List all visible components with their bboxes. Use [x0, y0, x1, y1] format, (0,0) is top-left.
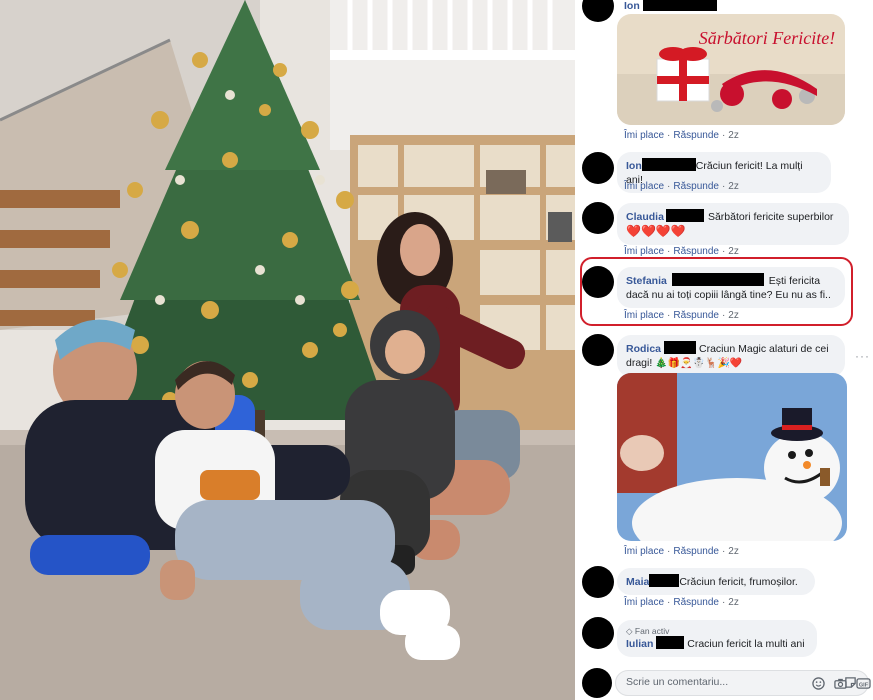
avatar[interactable] [582, 668, 612, 698]
holiday-emojis: 🎄🎁🎅☃️🦌🎉❤️ [655, 358, 743, 369]
family-christmas-photo [0, 0, 575, 700]
comment-bubble: Maia Crăciun fericit, frumoșilor. [617, 568, 815, 595]
comment-author[interactable]: Ion [626, 160, 642, 172]
comment-text: Craciun fericit la multi ani [687, 638, 805, 650]
comment-actions: Îmi place · Răspunde · 2z [624, 597, 739, 608]
comment-bubble: ◇ Fan activ Iulian Craciun fericit la mu… [617, 620, 817, 657]
comment-age: 2z [728, 546, 739, 557]
comment-input-wrapper[interactable]: GIF [615, 670, 871, 696]
comment-age: 2z [728, 130, 739, 141]
avatar[interactable] [582, 566, 614, 598]
avatar[interactable] [582, 266, 614, 298]
like-link[interactable]: Îmi place [624, 597, 664, 608]
fan-badge-label: Fan activ [634, 626, 670, 636]
comment-bubble: Claudia Sărbători fericite superbilor ❤️❤… [617, 203, 849, 245]
avatar[interactable] [582, 334, 614, 366]
comment-age: 2z [728, 181, 739, 192]
avatar[interactable] [582, 202, 614, 234]
avatar[interactable] [582, 0, 614, 22]
redacted-name [656, 636, 685, 649]
comment-text: Sărbători fericite superbilor [707, 211, 834, 223]
comment-author[interactable]: Rodica [626, 343, 661, 355]
like-link[interactable]: Îmi place [624, 546, 664, 557]
sticker-icon[interactable] [844, 676, 857, 689]
comment-author[interactable]: Iulian [626, 638, 653, 650]
comment-age: 2z [728, 246, 739, 257]
redacted-name [671, 273, 764, 286]
comment-actions: Îmi place · Răspunde · 2z [624, 310, 739, 321]
comments-panel: Ion Sărbători Fericite! Îmi place · Răspun… [575, 0, 873, 700]
comment-age: 2z [728, 310, 739, 321]
reply-link[interactable]: Răspunde [673, 310, 719, 321]
svg-text:GIF: GIF [859, 682, 869, 688]
comment-actions: Îmi place · Răspunde · 2z [624, 246, 739, 257]
reply-link[interactable]: Răspunde [673, 597, 719, 608]
reply-link[interactable]: Răspunde [673, 546, 719, 557]
more-options-icon[interactable]: ··· [855, 349, 870, 363]
comment-text-line1: Craciun Magic alaturi de cei [699, 343, 829, 355]
redacted-name [642, 0, 717, 11]
comment-bubble: Stefania Ești fericita dacă nu ai toți c… [617, 267, 845, 308]
gif-icon[interactable]: GIF [856, 677, 871, 690]
like-link[interactable]: Îmi place [624, 246, 664, 257]
redacted-name [641, 158, 696, 171]
avatar[interactable] [582, 617, 614, 649]
sticker-caption: Sărbători Fericite! [699, 28, 835, 48]
sticker-image[interactable]: Sărbători Fericite! [617, 14, 845, 125]
redacted-name [649, 574, 680, 587]
comment-author[interactable]: Stefania [626, 275, 667, 287]
comment-bubble: Rodica Craciun Magic alaturi de cei dragi… [617, 335, 845, 377]
like-link[interactable]: Îmi place [624, 130, 664, 141]
comment-author[interactable]: Maia [626, 576, 649, 588]
comment-actions: Îmi place · Răspunde · 2z [624, 181, 739, 192]
comment-author[interactable]: Claudia [626, 211, 664, 223]
comment-input[interactable] [626, 676, 766, 688]
comment-actions: Îmi place · Răspunde · 2z [624, 546, 739, 557]
fan-badge: ◇ Fan activ [626, 626, 808, 636]
emoji-icon[interactable] [812, 677, 825, 690]
frosty-snowman-gif[interactable] [617, 373, 847, 541]
like-link[interactable]: Îmi place [624, 310, 664, 321]
avatar[interactable] [582, 152, 614, 184]
like-link[interactable]: Îmi place [624, 181, 664, 192]
reply-link[interactable]: Răspunde [673, 130, 719, 141]
comment-text: Crăciun fericit, frumoșilor. [679, 576, 798, 588]
comment-text-line2: dragi! [626, 357, 653, 369]
hearts-emoji: ❤️❤️❤️❤️ [626, 224, 686, 238]
reply-link[interactable]: Răspunde [673, 246, 719, 257]
comment-actions: Îmi place · Răspunde · 2z [624, 130, 739, 141]
comment-age: 2z [728, 597, 739, 608]
redacted-name [664, 341, 697, 354]
diamond-icon: ◇ [626, 626, 633, 636]
comment-author[interactable]: Ion [624, 0, 640, 12]
post-photo[interactable] [0, 0, 575, 700]
redacted-name [665, 209, 704, 222]
reply-bar: GIF [575, 662, 873, 700]
comment-1-header: Ion [624, 0, 717, 12]
reply-link[interactable]: Răspunde [673, 181, 719, 192]
